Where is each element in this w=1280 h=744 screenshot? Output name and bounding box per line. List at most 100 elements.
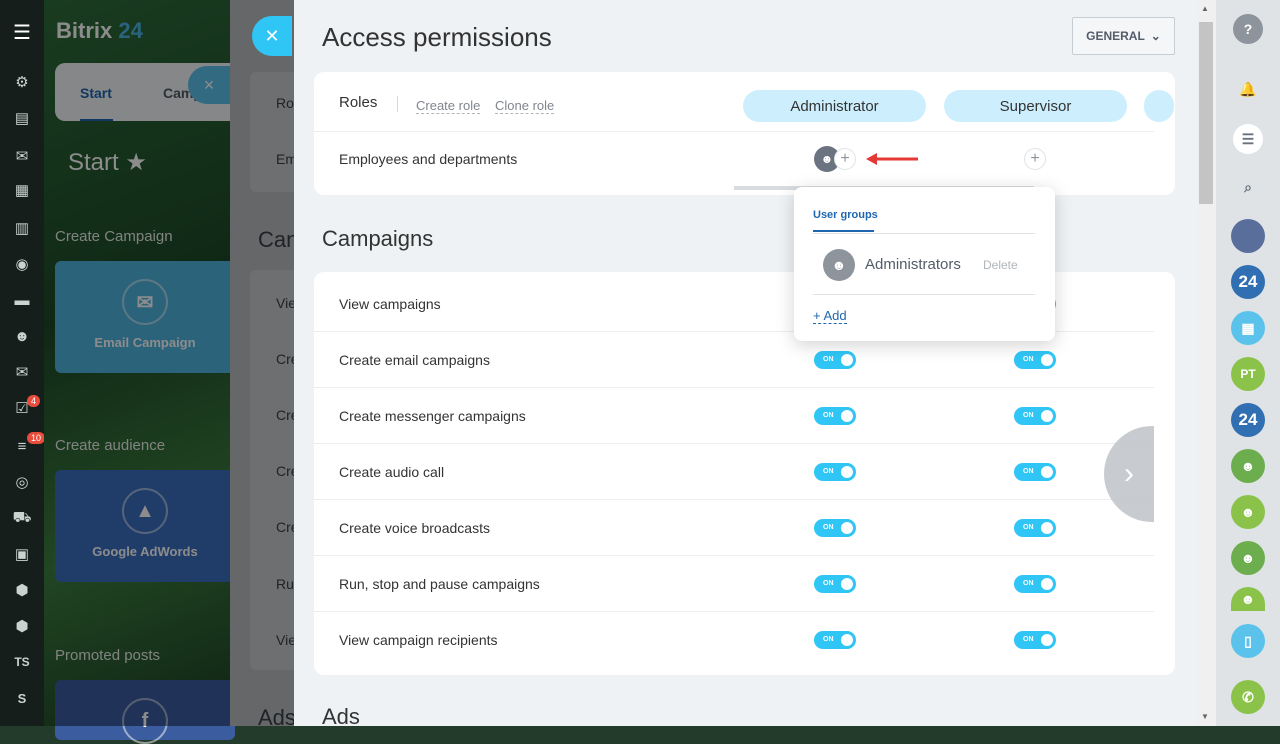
role-administrator[interactable]: Administrator [743, 90, 926, 122]
user-groups-popup: User groups ☻ Administrators Delete + Ad… [794, 187, 1055, 341]
toggle-knob [1041, 578, 1053, 590]
toggle-knob [1041, 410, 1053, 422]
pt-avatar[interactable]: PT [1231, 357, 1265, 391]
toggle-on-label: ON [1023, 524, 1034, 531]
toggle-switch[interactable]: ON [814, 631, 856, 649]
roles-label: Roles [339, 94, 378, 111]
vertical-scrollbar[interactable]: ▲ ▼ [1197, 0, 1216, 726]
toggle-switch[interactable]: ON [1014, 575, 1056, 593]
search-icon[interactable]: ⌕ [1231, 170, 1265, 204]
bitrix24-chat-icon[interactable]: 24 [1231, 265, 1265, 299]
permission-row: Create audio call ON ON [314, 444, 1154, 500]
toggle-on-label: ON [823, 636, 834, 643]
permission-label: Create voice broadcasts [339, 520, 490, 536]
toggle-switch[interactable]: ON [1014, 519, 1056, 537]
general-dropdown-button[interactable]: GENERAL ⌄ [1072, 17, 1175, 55]
group-chat-icon[interactable]: ☻ [1231, 449, 1265, 483]
s-item[interactable]: S [0, 682, 44, 714]
chevron-down-icon: ⌄ [1150, 29, 1161, 43]
toggle-switch[interactable]: ON [814, 519, 856, 537]
mobile-app-icon[interactable]: ▯ [1231, 624, 1265, 658]
permission-label: Create audio call [339, 464, 445, 480]
toggle-on-label: ON [1023, 636, 1034, 643]
target-icon[interactable]: ◎ [0, 466, 44, 498]
add-employee-icon[interactable]: + [1024, 148, 1046, 170]
add-employee-icon[interactable]: + [834, 148, 856, 170]
divider [813, 233, 1035, 234]
permission-label: Create email campaigns [339, 352, 490, 368]
toggle-on-label: ON [823, 356, 834, 363]
permission-row: Create messenger campaigns ON ON [314, 388, 1154, 444]
scroll-thumb[interactable] [1199, 22, 1213, 204]
toggle-switch[interactable]: ON [814, 575, 856, 593]
toggle-switch[interactable]: ON [1014, 463, 1056, 481]
news-icon[interactable]: ▤ [0, 102, 44, 134]
permission-row: View campaign recipients ON ON [314, 612, 1154, 668]
tab-user-groups[interactable]: User groups [813, 209, 878, 221]
role-supervisor[interactable]: Supervisor [944, 90, 1127, 122]
right-sidebar: ? 🔔 ☰ ⌕ 24 ▦ PT 24 ☻ ☻ ☻ ☻ ▯ ✆ [1216, 0, 1280, 726]
scroll-up-icon[interactable]: ▲ [1201, 4, 1209, 13]
group-chat-icon[interactable]: ☻ [1231, 541, 1265, 575]
red-arrow-icon [866, 153, 918, 165]
cart-icon[interactable]: ⛟ [0, 502, 44, 534]
left-icon-bar: ☰ ⚙ ▤ ✉ ▦ ▥ ◉ ▬ ☻ ✉ ☑ 4 ≡ 10 ◎ ⛟ ▣ ⬢ ⬢ T… [0, 0, 46, 726]
messages-icon[interactable]: ☰ [1233, 124, 1263, 154]
chat-icon[interactable]: ✉ [0, 140, 44, 172]
group-chat-icon[interactable]: ☻ [1231, 587, 1265, 611]
toggle-on-label: ON [823, 580, 834, 587]
toggle-on-label: ON [1023, 468, 1034, 475]
close-slider-icon[interactable]: ✕ [252, 16, 292, 56]
contacts-icon[interactable]: ☻ [0, 320, 44, 352]
notifications-icon[interactable]: 🔔 [1231, 72, 1265, 106]
permission-label: View campaign recipients [339, 632, 498, 648]
toggle-knob [1041, 466, 1053, 478]
roles-card: Roles Create role Clone role Administrat… [314, 72, 1175, 195]
document-icon[interactable]: ▥ [0, 212, 44, 244]
access-permissions-slider: Access permissions GENERAL ⌄ Roles Create… [294, 0, 1216, 729]
card-icon[interactable]: ▣ [0, 538, 44, 570]
divider [813, 294, 1035, 295]
toggle-on-label: ON [823, 524, 834, 531]
permission-row: Run, stop and pause campaigns ON ON [314, 556, 1154, 612]
ts-item[interactable]: TS [0, 646, 44, 678]
delete-link[interactable]: Delete [983, 258, 1018, 272]
toggle-switch[interactable]: ON [814, 463, 856, 481]
toggle-knob [841, 578, 853, 590]
toggle-switch[interactable]: ON [1014, 407, 1056, 425]
add-group-link[interactable]: + Add [813, 308, 847, 324]
clone-role-link[interactable]: Clone role [495, 98, 555, 114]
box2-icon[interactable]: ⬢ [0, 610, 44, 642]
toggle-on-label: ON [823, 468, 834, 475]
help-icon[interactable]: ? [1233, 14, 1263, 44]
calendar-chat-icon[interactable]: ▦ [1231, 311, 1265, 345]
calendar-icon[interactable]: ▦ [0, 174, 44, 206]
tab-active-underline [813, 230, 874, 232]
create-role-link[interactable]: Create role [416, 98, 481, 114]
role-next[interactable] [1144, 90, 1174, 122]
mail-icon[interactable]: ✉ [0, 356, 44, 388]
toggle-switch[interactable]: ON [814, 351, 856, 369]
permission-row: Create voice broadcasts ON ON [314, 500, 1154, 556]
phone-icon[interactable]: ✆ [1231, 680, 1265, 714]
drive-icon[interactable]: ▬ [0, 284, 44, 316]
ads-heading: Ads [322, 704, 360, 729]
box-icon[interactable]: ⬢ [0, 574, 44, 606]
scroll-down-icon[interactable]: ▼ [1201, 712, 1209, 721]
toggle-knob [841, 634, 853, 646]
toggle-switch[interactable]: ON [1014, 631, 1056, 649]
group-chat-icon[interactable]: ☻ [1231, 495, 1265, 529]
toggle-switch[interactable]: ON [814, 407, 856, 425]
robot-icon[interactable]: ◉ [0, 248, 44, 280]
user-avatar[interactable] [1231, 219, 1265, 253]
toggle-switch[interactable]: ON [1014, 351, 1056, 369]
toggle-on-label: ON [1023, 356, 1034, 363]
permission-label: Create messenger campaigns [339, 408, 526, 424]
menu-icon[interactable]: ☰ [0, 16, 44, 48]
toggle-on-label: ON [1023, 580, 1034, 587]
toggle-knob [841, 466, 853, 478]
feed-icon[interactable]: ⚙ [0, 66, 44, 98]
permission-label: Run, stop and pause campaigns [339, 576, 540, 592]
toggle-knob [841, 522, 853, 534]
bitrix24-chat-icon[interactable]: 24 [1231, 403, 1265, 437]
